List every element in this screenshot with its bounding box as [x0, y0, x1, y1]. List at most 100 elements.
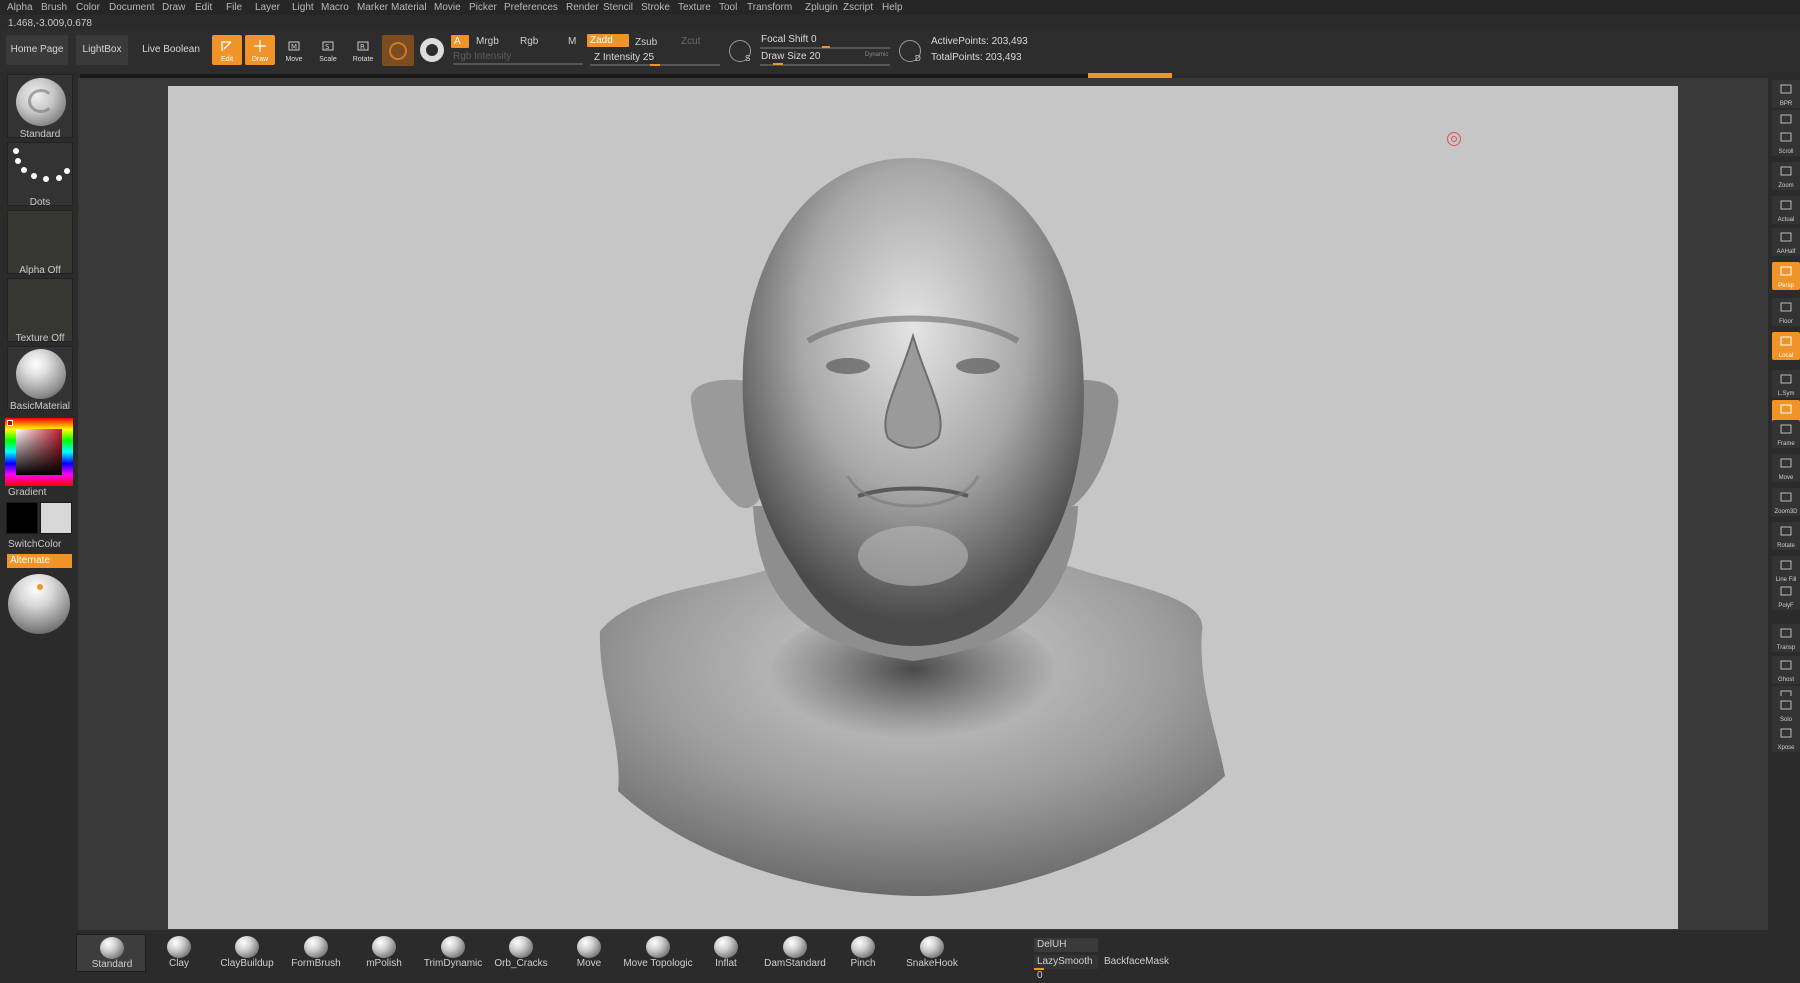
- brush-damstandard-icon: [783, 936, 807, 958]
- menu-stroke[interactable]: Stroke: [641, 2, 670, 13]
- material-swatch-button[interactable]: [382, 35, 414, 66]
- draw-size-slider[interactable]: Draw Size 20: [761, 51, 820, 62]
- alternate-button[interactable]: Alternate: [7, 554, 72, 568]
- scale-button[interactable]: S Scale: [313, 35, 343, 65]
- right-shelf-bpr-button[interactable]: BPR: [1772, 80, 1800, 108]
- menu-picker[interactable]: Picker: [469, 2, 497, 13]
- color-picker-hue[interactable]: [5, 418, 73, 486]
- a-toggle[interactable]: A: [451, 35, 469, 48]
- matcap-preview-sphere[interactable]: [8, 574, 70, 634]
- switch-color-button[interactable]: SwitchColor: [8, 539, 61, 550]
- mrgb-toggle[interactable]: Mrgb: [473, 35, 502, 48]
- brush-mpolish-icon: [372, 936, 396, 958]
- z-intensity-fill: [650, 64, 660, 66]
- menu-marker[interactable]: Marker: [357, 2, 388, 13]
- menu-light[interactable]: Light: [292, 2, 314, 13]
- document-canvas[interactable]: [168, 86, 1678, 929]
- zadd-toggle[interactable]: Zadd: [587, 34, 629, 47]
- draw-button[interactable]: Draw: [245, 35, 275, 65]
- edit-button[interactable]: Edit: [212, 35, 242, 65]
- menu-transform[interactable]: Transform: [747, 2, 792, 13]
- right-shelf-xpose-button[interactable]: Xpose: [1772, 724, 1800, 752]
- gradient-label[interactable]: Gradient: [8, 487, 46, 498]
- menu-layer[interactable]: Layer: [255, 2, 280, 13]
- spherical-icon[interactable]: [420, 38, 444, 62]
- rotate-icon: [1780, 526, 1792, 536]
- menu-preferences[interactable]: Preferences: [504, 2, 558, 13]
- menu-alpha[interactable]: Alpha: [7, 2, 33, 13]
- scale-label: Scale: [319, 56, 337, 63]
- color-picker-square[interactable]: [16, 429, 62, 475]
- menu-help[interactable]: Help: [882, 2, 903, 13]
- focal-shift-slider[interactable]: Focal Shift 0: [761, 34, 817, 45]
- menu-macro[interactable]: Macro: [321, 2, 349, 13]
- menu-zplugin[interactable]: Zplugin: [805, 2, 838, 13]
- menu-movie[interactable]: Movie: [434, 2, 461, 13]
- menu-document[interactable]: Document: [109, 2, 155, 13]
- menu-material[interactable]: Material: [391, 2, 427, 13]
- right-shelf-rotate-button[interactable]: Rotate: [1772, 522, 1800, 550]
- right-shelf-solo-button[interactable]: Solo: [1772, 696, 1800, 724]
- right-shelf-label: Solo: [1779, 717, 1792, 723]
- line-fill-icon: [1780, 560, 1792, 570]
- rgb-intensity-slider[interactable]: Rgb Intensity: [453, 51, 511, 62]
- menu-brush[interactable]: Brush: [41, 2, 67, 13]
- floor-icon: [1780, 302, 1792, 312]
- menu-zscript[interactable]: Zscript: [843, 2, 873, 13]
- right-shelf-l-sym-button[interactable]: L.Sym: [1772, 370, 1800, 398]
- move-button[interactable]: M Move: [279, 35, 309, 65]
- brush-formbrush-icon: [304, 936, 328, 958]
- menu-render[interactable]: Render: [566, 2, 599, 13]
- dynamic-label[interactable]: Dynamic: [865, 52, 888, 58]
- rotate-label: Rotate: [352, 56, 374, 63]
- right-shelf-local-button[interactable]: Local: [1772, 332, 1800, 360]
- right-shelf-persp-button[interactable]: Persp: [1772, 262, 1800, 290]
- backface-mask-button[interactable]: BackfaceMask: [1104, 956, 1169, 967]
- right-shelf-floor-button[interactable]: Floor: [1772, 298, 1800, 326]
- deluh-button[interactable]: DelUH: [1034, 938, 1098, 952]
- right-shelf-scroll-button[interactable]: Scroll: [1772, 128, 1800, 156]
- right-shelf-label: Frame: [1777, 441, 1795, 447]
- rgb-toggle[interactable]: Rgb: [517, 35, 541, 48]
- right-shelf-line-fill-button[interactable]: Line Fill: [1772, 556, 1800, 584]
- menu-edit[interactable]: Edit: [195, 2, 212, 13]
- brush-trimdynamic-icon: [441, 936, 465, 958]
- right-shelf-transp-button[interactable]: Transp: [1772, 624, 1800, 652]
- brush-snakehook-button[interactable]: SnakeHook: [897, 934, 967, 972]
- menu-tool[interactable]: Tool: [719, 2, 737, 13]
- right-shelf-actual-button[interactable]: Actual: [1772, 196, 1800, 224]
- main-color-swatch[interactable]: [6, 502, 38, 534]
- brush-standard-icon: [100, 937, 124, 959]
- right-shelf-label: Rotate: [1777, 543, 1795, 549]
- actual-icon: [1780, 200, 1792, 210]
- lazy-smooth-slider[interactable]: LazySmooth 0: [1034, 955, 1098, 981]
- color-picker-marker: [7, 420, 13, 426]
- right-shelf-aahalf-button[interactable]: AAHalf: [1772, 228, 1800, 256]
- menu-color[interactable]: Color: [76, 2, 100, 13]
- lightbox-button[interactable]: LightBox: [76, 35, 128, 65]
- focal-curve-icon[interactable]: S: [729, 40, 751, 63]
- right-shelf-zoom3d-button[interactable]: Zoom3D: [1772, 488, 1800, 516]
- dynamesh-curve-icon[interactable]: D: [899, 40, 921, 63]
- menu-file[interactable]: File: [226, 2, 242, 13]
- right-shelf-polyf-button[interactable]: PolyF: [1772, 582, 1800, 610]
- menu-texture[interactable]: Texture: [678, 2, 711, 13]
- right-shelf-zoom-button[interactable]: Zoom: [1772, 162, 1800, 190]
- z-intensity-slider[interactable]: Z Intensity 25: [594, 52, 654, 63]
- menu-stencil[interactable]: Stencil: [603, 2, 633, 13]
- menu-draw[interactable]: Draw: [162, 2, 185, 13]
- live-boolean-button[interactable]: Live Boolean: [136, 35, 206, 65]
- m-toggle[interactable]: M: [565, 35, 579, 48]
- home-page-button[interactable]: Home Page: [6, 35, 68, 65]
- secondary-color-swatch[interactable]: [40, 502, 72, 534]
- right-shelf-ghost-button[interactable]: Ghost: [1772, 656, 1800, 684]
- rotate-button[interactable]: R Rotate: [348, 35, 378, 65]
- total-points-readout: TotalPoints: 203,493: [931, 52, 1022, 63]
- draw-size-fill: [773, 63, 783, 65]
- zcut-toggle[interactable]: Zcut: [678, 35, 703, 48]
- right-shelf-frame-button[interactable]: Frame: [1772, 420, 1800, 448]
- zsub-toggle[interactable]: Zsub: [632, 36, 660, 49]
- light-position-icon[interactable]: [37, 584, 43, 590]
- right-shelf-label: Zoom3D: [1774, 509, 1798, 515]
- right-shelf-move-button[interactable]: Move: [1772, 454, 1800, 482]
